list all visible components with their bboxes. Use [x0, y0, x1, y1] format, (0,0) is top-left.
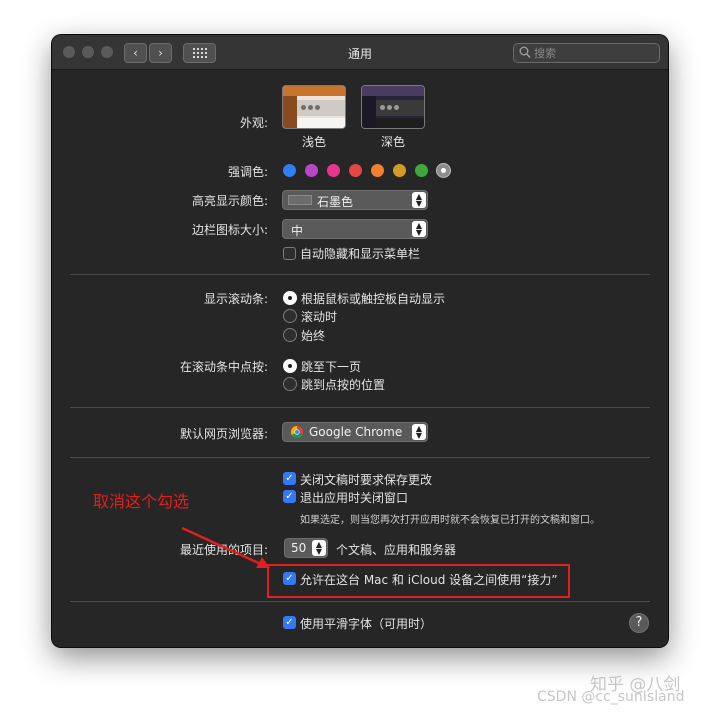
annotation-arrow — [181, 526, 270, 568]
annotation-highlight-box — [267, 564, 570, 598]
csdn-watermark: CSDN @cc_sunIsland — [537, 689, 685, 705]
